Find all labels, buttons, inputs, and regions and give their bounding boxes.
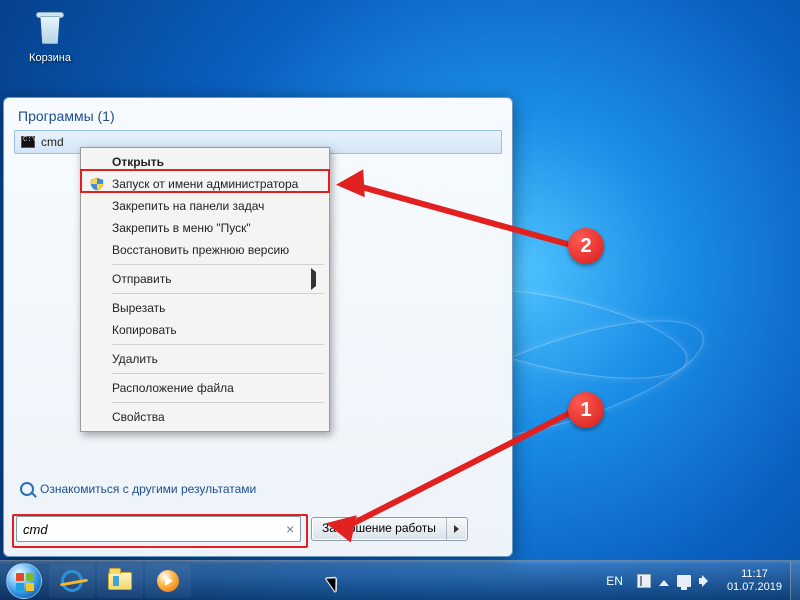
ctx-pin-taskbar-label: Закрепить на панели задач: [112, 199, 264, 213]
more-results-label: Ознакомиться с другими результатами: [40, 482, 256, 496]
search-input-value: cmd: [23, 522, 48, 537]
ctx-copy-label: Копировать: [112, 323, 177, 337]
taskbar-clock[interactable]: 11:17 01.07.2019: [719, 568, 790, 594]
context-menu: Открыть Запуск от имени администратора З…: [80, 147, 330, 432]
ctx-separator: [112, 264, 324, 265]
ctx-open[interactable]: Открыть: [84, 151, 326, 173]
recycle-bin-desktop-icon[interactable]: Корзина: [20, 8, 80, 64]
ctx-open-label: Открыть: [112, 155, 164, 169]
ctx-run-as-admin[interactable]: Запуск от имени администратора: [84, 173, 326, 195]
clock-time: 11:17: [727, 568, 782, 581]
taskbar-media-player-button[interactable]: [145, 564, 191, 598]
ctx-separator: [112, 293, 324, 294]
recycle-bin-label: Корзина: [20, 52, 80, 64]
ctx-separator: [112, 344, 324, 345]
ctx-open-file-location[interactable]: Расположение файла: [84, 377, 326, 399]
chevron-right-icon: [454, 525, 459, 533]
media-player-icon: [157, 570, 179, 592]
annotation-badge-2: 2: [568, 228, 604, 264]
ctx-restore-previous[interactable]: Восстановить прежнюю версию: [84, 239, 326, 261]
uac-shield-icon: [90, 177, 104, 191]
volume-icon[interactable]: [699, 574, 713, 588]
taskbar: EN 11:17 01.07.2019: [0, 560, 800, 600]
ctx-pin-start[interactable]: Закрепить в меню "Пуск": [84, 217, 326, 239]
taskbar-explorer-button[interactable]: [97, 564, 143, 598]
ctx-delete[interactable]: Удалить: [84, 348, 326, 370]
search-result-label: cmd: [41, 135, 64, 149]
ctx-open-file-location-label: Расположение файла: [112, 381, 234, 395]
submenu-arrow-icon: [311, 272, 316, 286]
more-results-link[interactable]: Ознакомиться с другими результатами: [8, 476, 268, 502]
ctx-separator: [112, 373, 324, 374]
ctx-separator: [112, 402, 324, 403]
clear-search-icon[interactable]: ×: [286, 521, 294, 537]
annotation-badge-1: 1: [568, 392, 604, 428]
ctx-cut[interactable]: Вырезать: [84, 297, 326, 319]
desktop: Корзина Программы (1) cmd Ознакомиться с…: [0, 0, 800, 600]
windows-orb-icon: [6, 563, 42, 599]
search-category-header: Программы (1): [4, 98, 512, 130]
file-explorer-icon: [108, 572, 132, 590]
recycle-bin-icon: [29, 8, 71, 50]
ctx-cut-label: Вырезать: [112, 301, 165, 315]
network-icon[interactable]: [677, 575, 691, 587]
shutdown-options-arrow[interactable]: [447, 518, 467, 540]
action-center-icon[interactable]: [637, 574, 651, 588]
ctx-copy[interactable]: Копировать: [84, 319, 326, 341]
annotation-arrowhead-2: [335, 169, 364, 198]
start-button[interactable]: [4, 561, 44, 600]
annotation-arrowhead-1: [323, 509, 356, 542]
show-desktop-button[interactable]: [790, 562, 800, 600]
ctx-run-as-admin-label: Запуск от имени администратора: [112, 177, 298, 191]
internet-explorer-icon: [61, 570, 83, 592]
system-tray: EN 11:17 01.07.2019: [598, 561, 800, 600]
ctx-pin-start-label: Закрепить в меню "Пуск": [112, 221, 251, 235]
annotation-badge-1-label: 1: [580, 399, 591, 422]
start-menu-search-input[interactable]: cmd ×: [16, 516, 301, 542]
language-indicator[interactable]: EN: [598, 574, 631, 588]
ctx-send-to-label: Отправить: [112, 272, 172, 286]
ctx-delete-label: Удалить: [112, 352, 158, 366]
ctx-restore-previous-label: Восстановить прежнюю версию: [112, 243, 289, 257]
ctx-properties[interactable]: Свойства: [84, 406, 326, 428]
ctx-send-to[interactable]: Отправить: [84, 268, 326, 290]
search-icon: [20, 482, 34, 496]
taskbar-ie-button[interactable]: [49, 564, 95, 598]
ctx-properties-label: Свойства: [112, 410, 165, 424]
ctx-pin-taskbar[interactable]: Закрепить на панели задач: [84, 195, 326, 217]
clock-date: 01.07.2019: [727, 581, 782, 594]
annotation-badge-2-label: 2: [580, 235, 591, 258]
tray-overflow-icon[interactable]: [659, 580, 669, 586]
cmd-icon: [21, 136, 35, 148]
